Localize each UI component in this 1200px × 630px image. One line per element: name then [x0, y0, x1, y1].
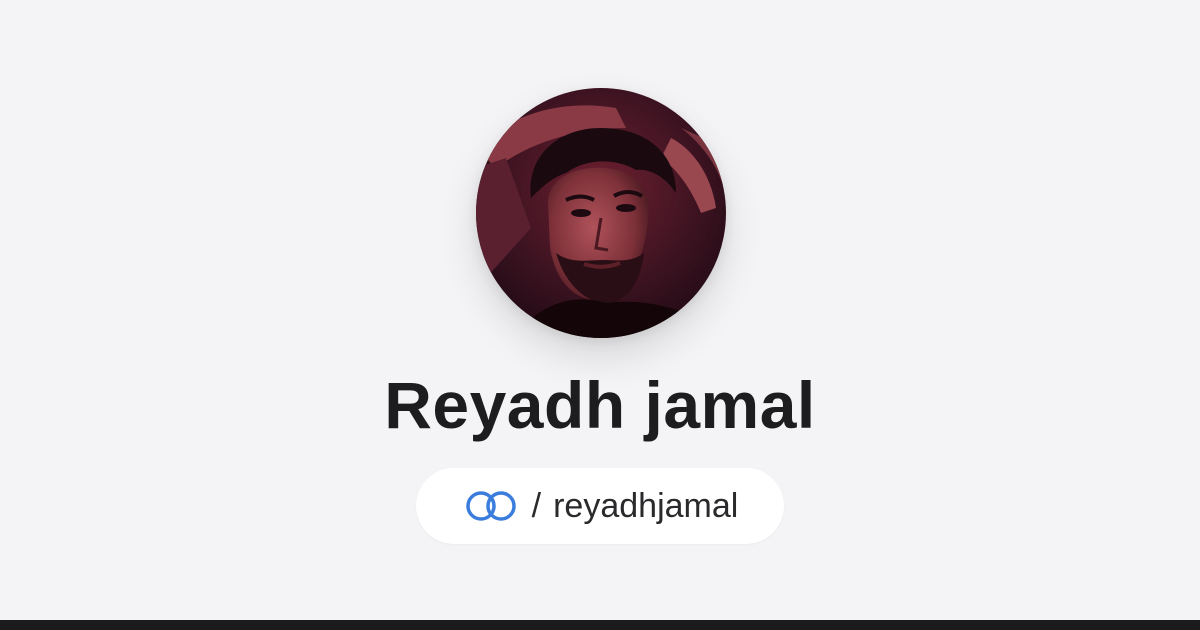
avatar-photo	[476, 88, 726, 338]
linked-rings-icon	[465, 491, 516, 521]
handle-text: reyadhjamal	[553, 487, 739, 525]
profile-handle-link[interactable]: / reyadhjamal	[416, 468, 784, 544]
handle-prefix: /	[531, 487, 542, 525]
share-card: Reyadh jamal / reyadhjamal	[0, 0, 1200, 630]
bottom-bar	[0, 620, 1200, 630]
avatar	[476, 88, 726, 338]
profile-name: Reyadh jamal	[384, 368, 816, 442]
